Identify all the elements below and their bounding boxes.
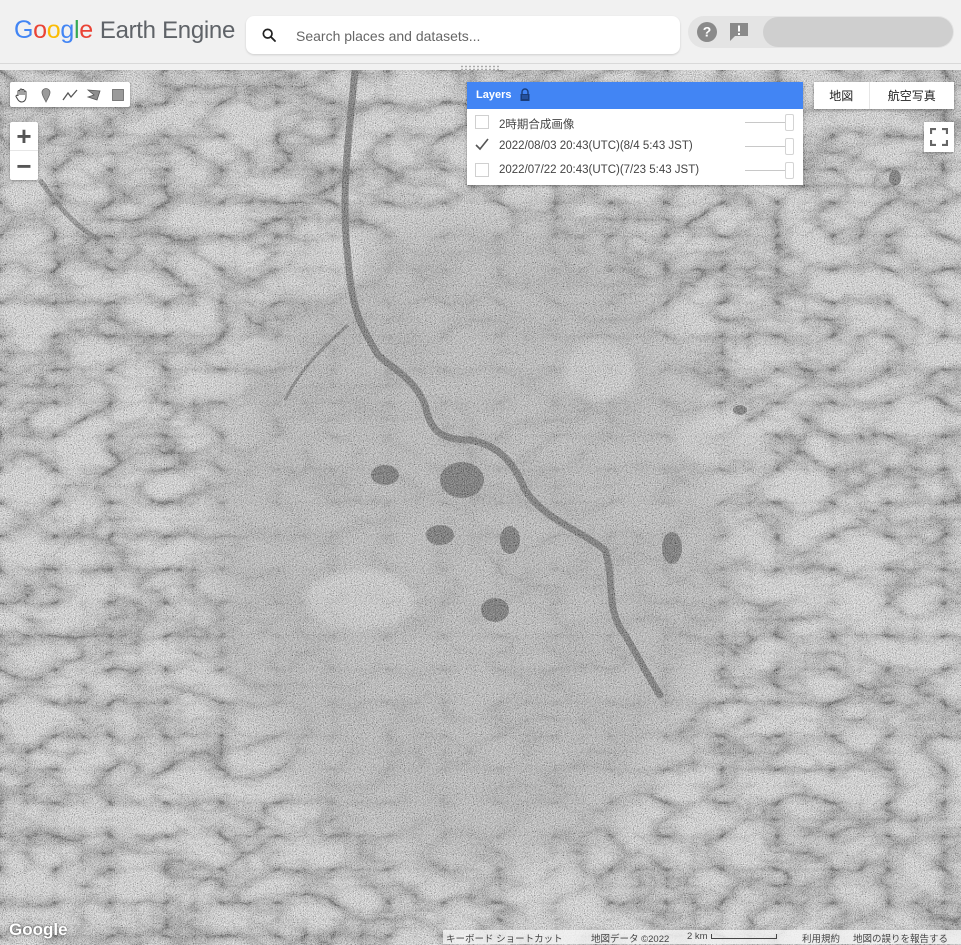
fullscreen-icon: [930, 128, 948, 146]
opacity-slider-track[interactable]: [745, 122, 785, 123]
header-actions: ?: [688, 16, 954, 48]
layer-name: 2時期合成画像: [499, 119, 575, 131]
layers-title: Layers: [476, 89, 512, 101]
zoom-control: + −: [10, 122, 38, 180]
scale-label[interactable]: 2 km: [687, 931, 708, 942]
hand-pan-icon[interactable]: [10, 82, 34, 107]
scale-bar: [711, 934, 777, 939]
search-input[interactable]: [294, 16, 668, 56]
google-logo[interactable]: Google: [9, 920, 68, 940]
checkmark-icon: [475, 138, 489, 151]
zoom-in-button[interactable]: +: [10, 122, 38, 151]
layer-checkbox[interactable]: [475, 138, 489, 153]
logo-letter: g: [60, 16, 74, 44]
layer-row[interactable]: 2022/07/22 20:43(UTC)(7/23 5:43 JST): [467, 159, 803, 183]
lock-icon[interactable]: [519, 88, 531, 102]
rectangle-icon[interactable]: [106, 82, 130, 107]
account-pill[interactable]: [763, 17, 953, 47]
drawing-toolbar: [10, 82, 130, 107]
top-bar: GoogleEarth Engine ?: [0, 0, 961, 64]
layers-header[interactable]: Layers: [467, 82, 803, 109]
opacity-slider-handle[interactable]: [785, 138, 794, 155]
zoom-out-button[interactable]: −: [10, 151, 38, 180]
fullscreen-button[interactable]: [924, 122, 954, 152]
map-attribution: キーボード ショートカット 地図データ ©2022 2 km 利用規約 地図の誤…: [443, 930, 961, 945]
map-type-satellite[interactable]: 航空写真: [870, 82, 954, 109]
layer-name: 2022/08/03 20:43(UTC)(8/4 5:43 JST): [499, 140, 693, 152]
opacity-slider-track[interactable]: [745, 146, 785, 147]
map-type-roadmap[interactable]: 地図: [814, 82, 870, 109]
layer-name: 2022/07/22 20:43(UTC)(7/23 5:43 JST): [499, 164, 700, 176]
layer-row[interactable]: 2022/08/03 20:43(UTC)(8/4 5:43 JST): [467, 135, 803, 159]
logo-product-name: Earth Engine: [99, 17, 236, 44]
sar-imagery: [0, 70, 961, 945]
logo-letter: o: [33, 16, 47, 44]
layers-panel: Layers 2時期合成画像 2022/08/03 20:43(UTC)(8/4…: [467, 82, 803, 185]
logo-letter: o: [46, 16, 61, 44]
layer-row[interactable]: 2時期合成画像: [467, 111, 803, 135]
report-error-link[interactable]: 地図の誤りを報告する: [853, 931, 948, 945]
search-icon[interactable]: [261, 27, 277, 43]
logo-letter: e: [79, 16, 93, 44]
marker-icon[interactable]: [34, 82, 58, 107]
map-type-control: 地図 航空写真: [814, 82, 954, 109]
help-icon[interactable]: ?: [696, 21, 718, 43]
layer-checkbox[interactable]: [475, 115, 489, 129]
logo-letter: G: [14, 16, 34, 44]
svg-text:?: ?: [703, 24, 712, 40]
opacity-slider-handle[interactable]: [785, 114, 794, 131]
opacity-slider-handle[interactable]: [785, 162, 794, 179]
feedback-icon[interactable]: [728, 22, 750, 42]
polygon-icon[interactable]: [82, 82, 106, 107]
search-box[interactable]: [246, 16, 680, 56]
map-data-credit: 地図データ ©2022: [591, 934, 670, 945]
layer-checkbox[interactable]: [475, 163, 489, 177]
earth-engine-logo[interactable]: Google Earth Engine: [14, 16, 235, 45]
opacity-slider-track[interactable]: [745, 170, 785, 171]
map-canvas[interactable]: + − Layers 2時期合成画像 2022/08/03 20:43(UTC)…: [0, 70, 961, 945]
terms-link[interactable]: 利用規約: [802, 931, 840, 945]
polyline-icon[interactable]: [58, 82, 82, 107]
keyboard-shortcuts-link[interactable]: キーボード ショートカット: [446, 931, 563, 945]
